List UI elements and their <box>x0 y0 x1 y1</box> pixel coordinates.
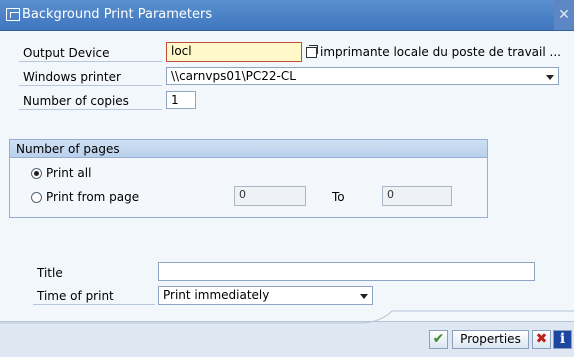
output-device-input[interactable]: locl <box>166 42 302 62</box>
print-all-radio[interactable] <box>31 168 42 179</box>
print-from-radio[interactable] <box>31 192 42 203</box>
time-of-print-select[interactable]: Print immediately <box>158 286 373 305</box>
print-all-label: Print all <box>46 166 92 180</box>
pages-group-title: Number of pages <box>10 140 487 158</box>
pages-group: Number of pages Print all Print from pag… <box>9 139 488 218</box>
footer-curve <box>0 310 574 324</box>
from-page-input[interactable]: 0 <box>234 186 306 206</box>
print-parameters-dialog: Background Print Parameters ✕ Output Dev… <box>0 0 574 357</box>
to-label: To <box>332 190 345 204</box>
copies-input[interactable]: 1 <box>166 91 196 109</box>
print-from-label: Print from page <box>46 190 140 204</box>
cancel-button[interactable]: ✖ <box>532 330 551 349</box>
windows-printer-label: Windows printer <box>19 68 162 86</box>
info-button[interactable]: i <box>553 330 572 349</box>
windows-printer-value: \\carnvps01\PC22-CL <box>171 69 296 83</box>
copies-label: Number of copies <box>19 92 162 110</box>
output-device-label: Output Device <box>19 44 162 62</box>
button-bar: ✔ Properties ✖ i <box>0 310 574 357</box>
time-of-print-label: Time of print <box>33 287 155 305</box>
to-page-input[interactable]: 0 <box>382 186 452 206</box>
chevron-down-icon[interactable] <box>546 75 554 80</box>
dialog-title: Background Print Parameters <box>22 7 213 22</box>
time-of-print-value: Print immediately <box>163 288 270 302</box>
output-device-description: imprimante locale du poste de travail ..… <box>320 45 561 59</box>
close-icon[interactable]: ✕ <box>554 0 574 30</box>
windows-printer-select[interactable]: \\carnvps01\PC22-CL <box>166 67 559 85</box>
chevron-down-icon[interactable] <box>360 294 368 299</box>
title-input[interactable] <box>158 262 535 281</box>
copy-icon[interactable] <box>306 45 318 58</box>
title-bar: Background Print Parameters ✕ <box>0 0 574 31</box>
properties-button[interactable]: Properties <box>452 330 529 349</box>
title-label: Title <box>37 266 63 280</box>
dialog-icon <box>6 8 20 21</box>
confirm-button[interactable]: ✔ <box>429 330 448 349</box>
